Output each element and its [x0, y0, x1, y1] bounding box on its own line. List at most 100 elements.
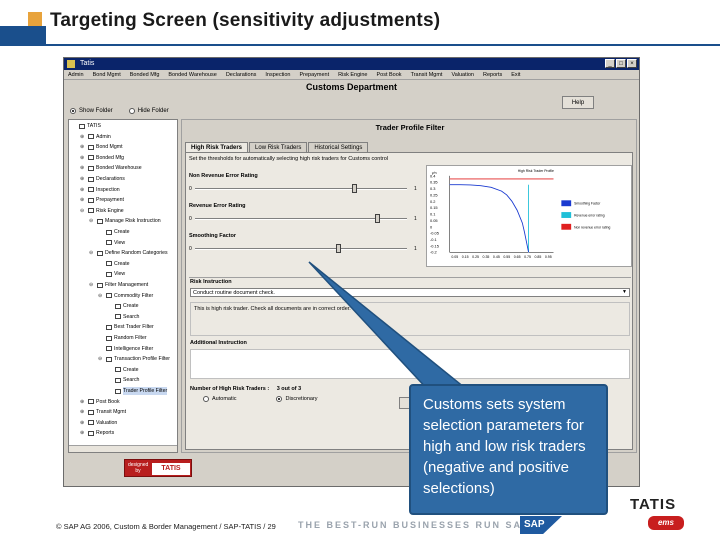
folder-icon — [88, 409, 94, 415]
tree-item[interactable]: ⊖ Commodity Filter — [98, 292, 153, 300]
tree-item[interactable]: ⊕ Inspection — [80, 186, 120, 194]
tree-item[interactable]: Random Filter — [98, 334, 147, 342]
slider-thumb[interactable] — [375, 214, 381, 223]
tab-high-risk-traders[interactable]: High Risk Traders — [185, 142, 249, 152]
navigation-tree[interactable]: ⊕ Reports ⊕ Valuation ⊕ Transit Mgmt ⊕ Post Boo… — [68, 119, 178, 453]
tree-item[interactable]: ⊕ Bonded Mfg — [80, 154, 124, 162]
slider[interactable] — [195, 184, 407, 193]
tree-item-label: Bonded Mfg — [96, 154, 124, 161]
tree-item[interactable]: ⊖ Define Random Categories — [89, 249, 168, 257]
show-folder-radio[interactable]: Show Folder — [70, 108, 113, 114]
menu-item-prepayment[interactable]: Prepayment — [299, 70, 329, 79]
tree-item[interactable]: ⊖ Transaction Profile Filter — [98, 355, 170, 363]
tree-item[interactable]: View — [98, 270, 125, 278]
menu-item-reports[interactable]: Reports — [483, 70, 502, 79]
tree-item[interactable]: ⊕ Valuation — [80, 419, 117, 427]
expand-icon[interactable]: ⊕ — [80, 175, 86, 183]
tree-item[interactable]: ⊕ Bond Mgmt — [80, 143, 123, 151]
tree-item[interactable]: Best Trader Filter — [98, 323, 154, 331]
collapse-icon[interactable]: ⊖ — [80, 207, 86, 215]
slider-thumb[interactable] — [335, 244, 341, 253]
menu-item-exit[interactable]: Exit — [511, 70, 520, 79]
tree-item[interactable]: ⊕ Prepayment — [80, 196, 124, 204]
tree-item[interactable]: ⊖ Risk Engine — [80, 207, 124, 215]
minimize-button[interactable]: _ — [605, 59, 615, 68]
high-risk-count-row: Number of High Risk Traders : 3 out of 3 — [190, 386, 301, 392]
tree-item[interactable]: ⊕ Admin — [80, 133, 111, 141]
additional-instruction-input[interactable] — [190, 349, 630, 379]
tree-item[interactable]: Create — [107, 302, 139, 310]
menu-item-inspection[interactable]: Inspection — [265, 70, 290, 79]
risk-instruction-label: Risk Instruction — [190, 279, 232, 285]
slider-track[interactable] — [195, 188, 407, 190]
tab-historical-settings[interactable]: Historical Settings — [308, 142, 369, 152]
slider-thumb[interactable] — [352, 184, 358, 193]
tree-item[interactable]: Intelligence Filter — [98, 345, 153, 353]
expand-icon[interactable]: ⊕ — [80, 196, 86, 204]
collapse-icon[interactable]: ⊖ — [89, 217, 95, 225]
expand-icon[interactable]: ⊕ — [80, 154, 86, 162]
tree-item[interactable]: Search — [107, 313, 139, 321]
collapse-icon[interactable]: ⊖ — [89, 249, 95, 257]
menu-item-post-book[interactable]: Post Book — [376, 70, 401, 79]
risk-instruction-select[interactable]: Conduct routine document check. ▼ — [190, 288, 630, 297]
expand-icon[interactable]: ⊕ — [80, 429, 86, 437]
expand-icon[interactable]: ⊕ — [80, 143, 86, 151]
tree-item[interactable]: ⊖ Filter Management — [89, 281, 148, 289]
folder-icon — [97, 250, 103, 256]
slider[interactable] — [195, 244, 407, 253]
chart-legend-swatch — [561, 200, 572, 207]
discretionary-radio[interactable]: Discretionary — [276, 396, 318, 402]
tree-item[interactable]: Create — [98, 260, 130, 268]
tree-item[interactable]: ⊕ Declarations — [80, 175, 125, 183]
expand-icon[interactable]: ⊕ — [80, 398, 86, 406]
slider-track[interactable] — [195, 248, 407, 250]
tree-item[interactable]: ⊕ Post Book — [80, 398, 120, 406]
tree-item-label: Trader Profile Filter — [123, 387, 168, 395]
tree-item[interactable]: ⊕ Reports — [80, 429, 114, 437]
radio-dot — [203, 396, 209, 402]
tree-item[interactable]: ⊖ Manage Risk Instruction — [89, 217, 161, 225]
tab-low-risk-traders[interactable]: Low Risk Traders — [249, 142, 308, 152]
hide-folder-radio[interactable]: Hide Folder — [128, 108, 169, 114]
menu-item-valuation[interactable]: Valuation — [451, 70, 474, 79]
chevron-down-icon[interactable]: ▼ — [621, 289, 628, 296]
tree-item[interactable]: Search — [107, 376, 139, 384]
close-button[interactable]: × — [627, 59, 637, 68]
expand-icon[interactable]: ⊕ — [80, 419, 86, 427]
menu-item-risk-engine[interactable]: Risk Engine — [338, 70, 367, 79]
collapse-icon[interactable]: ⊖ — [98, 292, 104, 300]
help-button[interactable]: Help — [562, 96, 594, 109]
menu-item-bond-mgmt[interactable]: Bond Mgmt — [93, 70, 121, 79]
tree-item[interactable]: Create — [98, 228, 130, 236]
expand-icon[interactable]: ⊕ — [80, 408, 86, 416]
chart-y-tick: 0.1 — [430, 212, 435, 217]
chart-y-tick: 0.3 — [430, 186, 435, 191]
tree-item[interactable]: TATIS — [71, 122, 101, 130]
tree-item-label: Transaction Profile Filter — [114, 356, 171, 363]
automatic-radio[interactable]: Automatic — [203, 396, 236, 402]
collapse-icon[interactable]: ⊖ — [98, 355, 104, 363]
expand-icon[interactable]: ⊕ — [80, 133, 86, 141]
slider-label: Revenue Error Rating — [189, 203, 246, 209]
menu-item-bonded-warehouse[interactable]: Bonded Warehouse — [168, 70, 216, 79]
menu-item-bonded-mfg[interactable]: Bonded Mfg — [130, 70, 160, 79]
menu-item-transit-mgmt[interactable]: Transit Mgmt — [411, 70, 443, 79]
tree-item-label: TATIS — [87, 123, 101, 129]
tree-item[interactable]: ⊕ Bonded Warehouse — [80, 164, 142, 172]
hide-folder-label: Hide Folder — [137, 108, 169, 114]
menu-item-declarations[interactable]: Declarations — [226, 70, 257, 79]
tree-item-label: Admin — [96, 133, 111, 140]
tree-horizontal-scrollbar[interactable] — [69, 445, 177, 452]
folder-icon — [97, 282, 103, 288]
expand-icon[interactable]: ⊕ — [80, 164, 86, 172]
tree-item[interactable]: View — [98, 239, 125, 247]
slider[interactable] — [195, 214, 407, 223]
tree-item[interactable]: ⊕ Transit Mgmt — [80, 408, 126, 416]
tree-item[interactable]: Create — [107, 366, 139, 374]
expand-icon[interactable]: ⊕ — [80, 186, 86, 194]
maximize-button[interactable]: □ — [616, 59, 626, 68]
menu-item-admin[interactable]: Admin — [68, 70, 84, 79]
collapse-icon[interactable]: ⊖ — [89, 281, 95, 289]
tree-item[interactable]: Trader Profile Filter — [107, 387, 168, 395]
